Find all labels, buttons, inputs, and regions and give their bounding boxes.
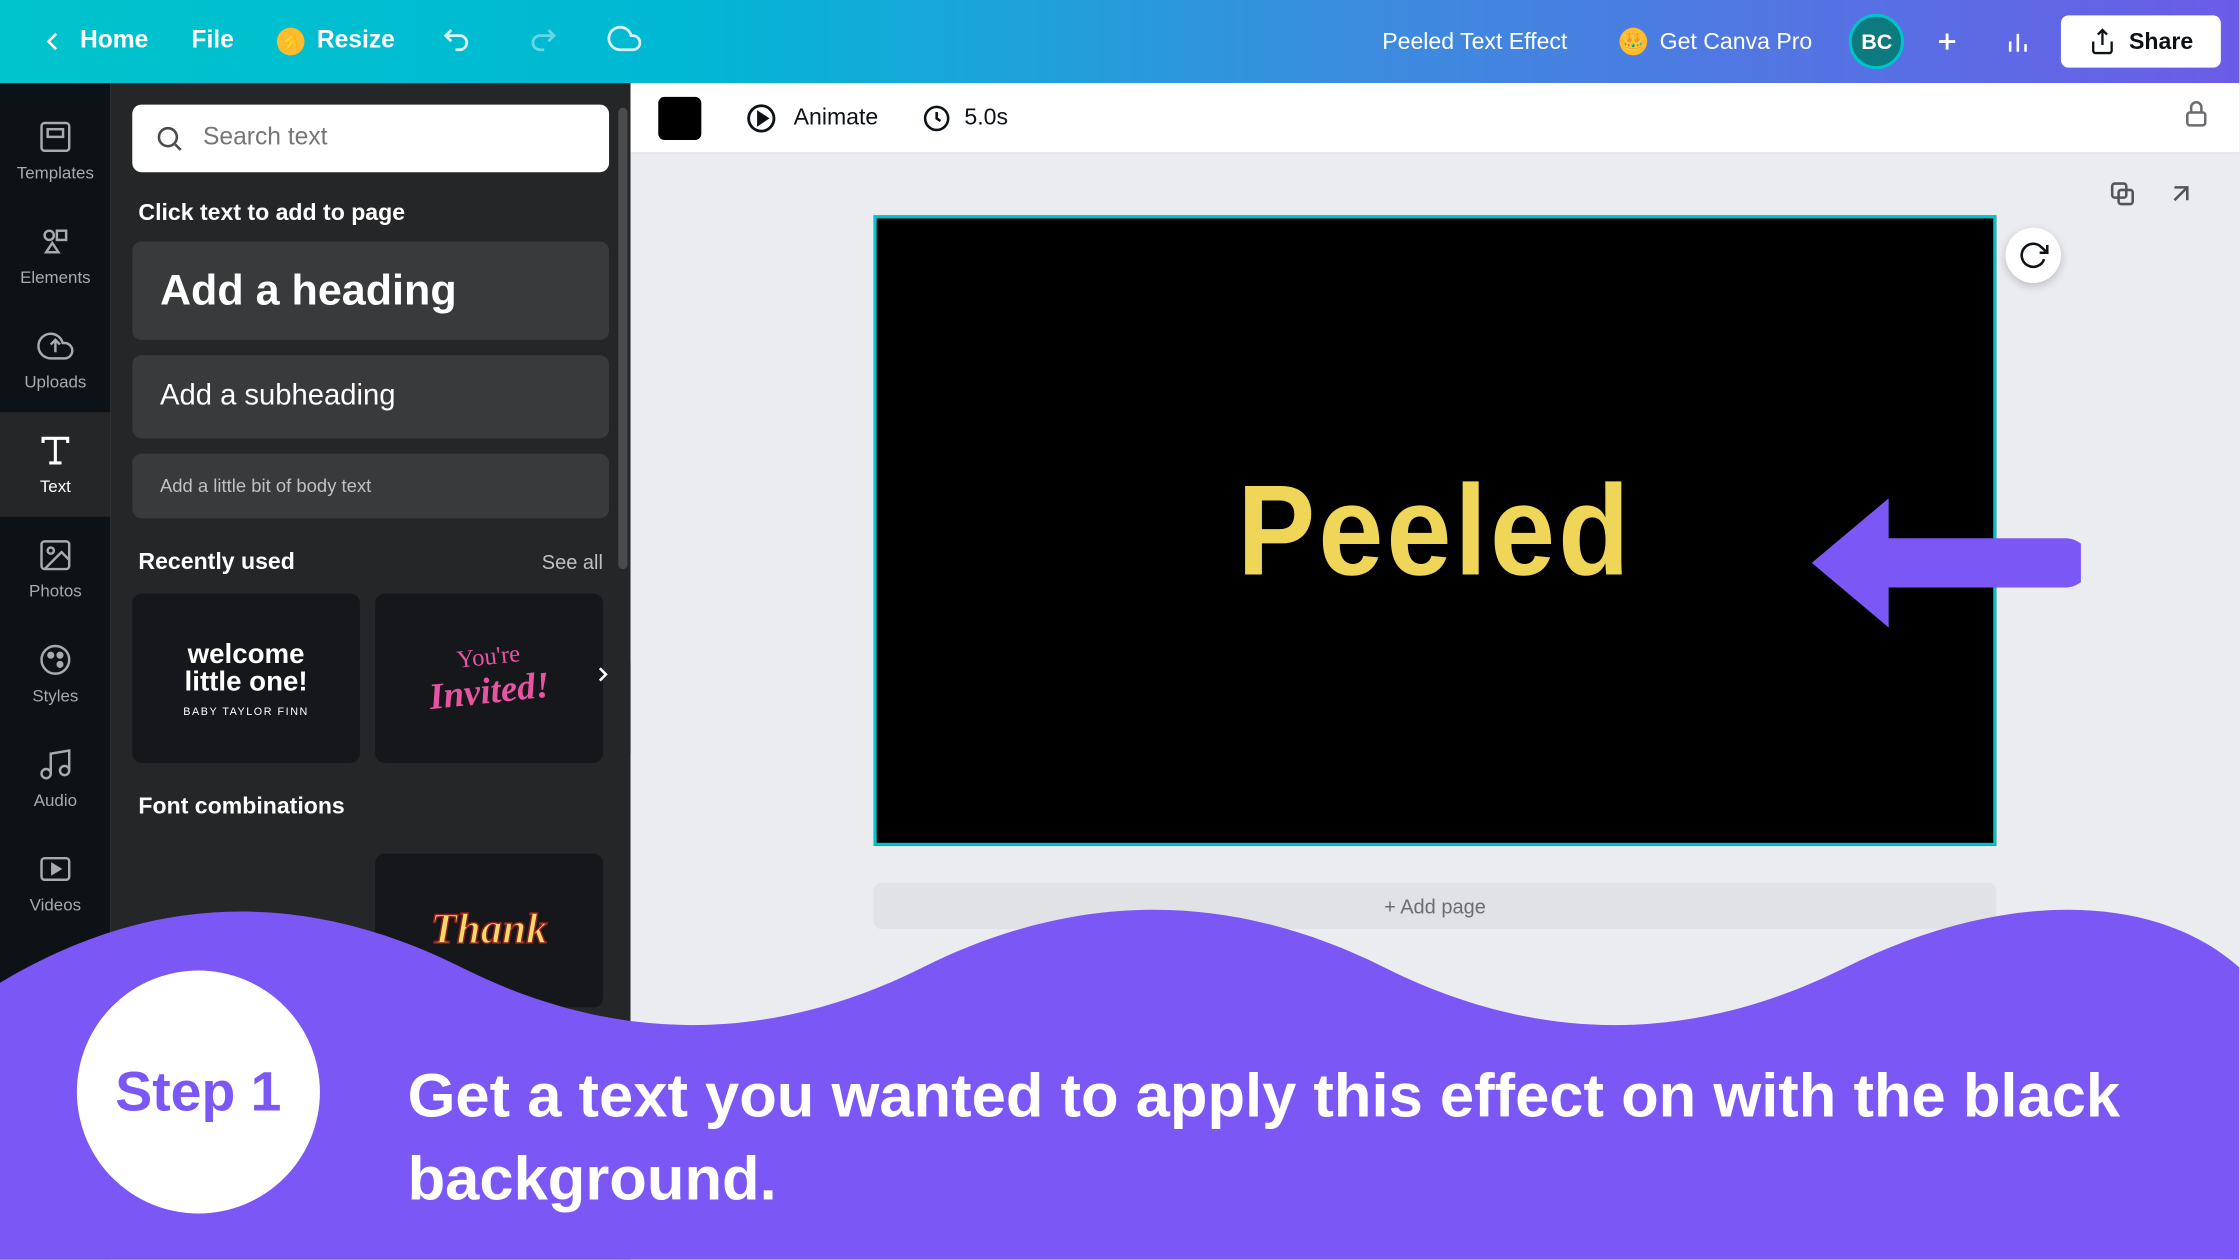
search-box[interactable] bbox=[132, 105, 609, 173]
expand-page-icon[interactable] bbox=[2166, 178, 2197, 209]
regenerate-button[interactable] bbox=[2006, 228, 2061, 283]
topbar: Home File ⚡ Resize Peeled Text Effect 👑 … bbox=[0, 0, 2239, 83]
editor-toolbar: Animate 5.0s bbox=[631, 83, 2240, 154]
step-badge: Step 1 bbox=[77, 970, 320, 1213]
recent-template-2[interactable]: You're Invited! bbox=[375, 594, 603, 763]
home-label: Home bbox=[80, 28, 148, 56]
rail-audio[interactable]: Audio bbox=[0, 726, 111, 831]
animate-button[interactable]: Animate bbox=[744, 101, 878, 135]
step-label: Step 1 bbox=[115, 1060, 281, 1125]
step-instruction: Get a text you wanted to apply this effe… bbox=[408, 1055, 2215, 1221]
redo-button[interactable] bbox=[502, 8, 579, 74]
recent-template-1[interactable]: welcome little one! BABY TAYLOR FINN bbox=[132, 594, 360, 763]
panel-scrollbar[interactable] bbox=[618, 108, 627, 569]
clock-icon bbox=[921, 102, 952, 133]
avatar[interactable]: BC bbox=[1849, 14, 1904, 69]
rail-uploads[interactable]: Uploads bbox=[0, 308, 111, 413]
resize-button[interactable]: ⚡ Resize bbox=[258, 15, 413, 67]
background-color-swatch[interactable] bbox=[658, 96, 701, 139]
file-menu[interactable]: File bbox=[173, 15, 252, 67]
add-body-button[interactable]: Add a little bit of body text bbox=[132, 454, 609, 519]
chevron-left-icon bbox=[37, 26, 68, 57]
document-title[interactable]: Peeled Text Effect bbox=[1382, 28, 1567, 54]
add-subheading-button[interactable]: Add a subheading bbox=[132, 355, 609, 438]
animate-icon bbox=[744, 101, 778, 135]
topbar-left: Home File ⚡ Resize bbox=[18, 8, 662, 74]
add-member-button[interactable] bbox=[1920, 14, 1975, 69]
cloud-sync-icon[interactable] bbox=[586, 8, 663, 74]
duplicate-page-icon[interactable] bbox=[2107, 178, 2138, 209]
search-input[interactable] bbox=[203, 125, 588, 153]
topbar-right: Peeled Text Effect 👑 Get Canva Pro BC Sh… bbox=[1382, 14, 2221, 69]
next-templates-button[interactable] bbox=[591, 662, 616, 694]
rail-templates[interactable]: Templates bbox=[0, 98, 111, 203]
lock-button[interactable] bbox=[2181, 98, 2212, 136]
rail-elements[interactable]: Elements bbox=[0, 203, 111, 308]
share-button[interactable]: Share bbox=[2061, 15, 2220, 67]
search-icon bbox=[154, 123, 185, 154]
annotation-arrow bbox=[1812, 492, 2081, 641]
see-all-link[interactable]: See all bbox=[542, 551, 603, 574]
font-combos-title: Font combinations bbox=[138, 794, 344, 820]
rail-photos[interactable]: Photos bbox=[0, 517, 111, 622]
home-button[interactable]: Home bbox=[18, 14, 166, 69]
recently-used-header: Recently used See all bbox=[138, 549, 602, 575]
font-combos-header: Font combinations bbox=[138, 794, 602, 820]
rail-styles[interactable]: Styles bbox=[0, 621, 111, 726]
add-page-button[interactable]: + Add page bbox=[874, 883, 1997, 929]
share-icon bbox=[2089, 28, 2117, 56]
refresh-icon bbox=[2018, 240, 2049, 271]
crown-icon: 👑 bbox=[1620, 28, 1648, 56]
click-hint: Click text to add to page bbox=[138, 200, 602, 226]
analytics-button[interactable] bbox=[1991, 14, 2046, 69]
get-pro-button[interactable]: 👑 Get Canva Pro bbox=[1598, 15, 1834, 67]
rail-videos[interactable]: Videos bbox=[0, 831, 111, 936]
recent-row: welcome little one! BABY TAYLOR FINN You… bbox=[132, 594, 609, 763]
recently-used-title: Recently used bbox=[138, 549, 294, 575]
undo-button[interactable] bbox=[419, 8, 496, 74]
crown-icon: ⚡ bbox=[277, 28, 305, 56]
add-heading-button[interactable]: Add a heading bbox=[132, 241, 609, 339]
rail-text[interactable]: Text bbox=[0, 412, 111, 517]
canvas-tools bbox=[2107, 178, 2196, 209]
duration-button[interactable]: 5.0s bbox=[921, 102, 1008, 133]
canvas-text[interactable]: Peeled bbox=[1237, 457, 1632, 604]
